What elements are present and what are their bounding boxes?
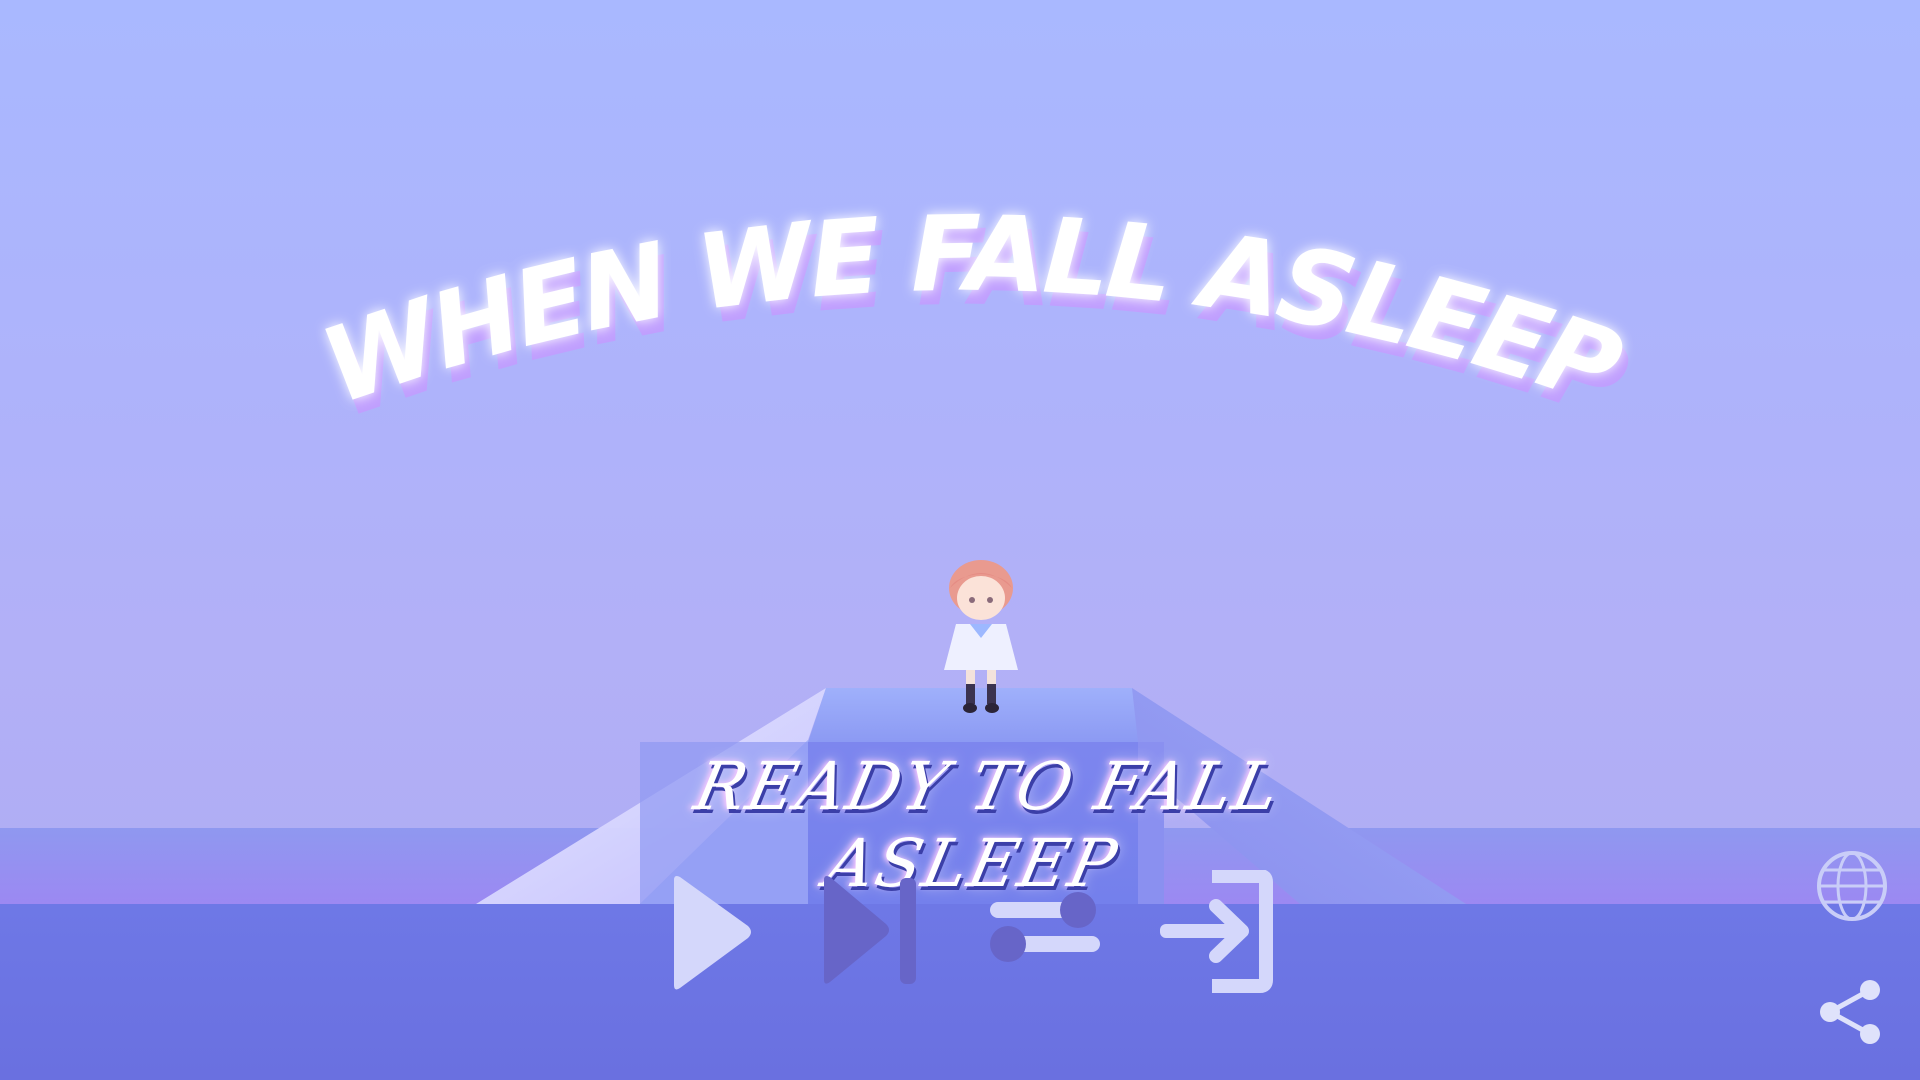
globe-icon [1817, 851, 1887, 921]
skip-next-icon [824, 876, 916, 984]
settings-button[interactable] [986, 870, 1106, 1000]
skip-button[interactable] [820, 870, 940, 1000]
language-button[interactable] [1812, 846, 1892, 926]
player-character [944, 560, 1018, 713]
control-bar [660, 869, 1300, 1000]
play-icon [674, 876, 751, 990]
play-button[interactable] [660, 870, 780, 1000]
game-title: WHEN WE FALL ASLEEP WHEN WE FALL ASLEEP [308, 192, 1645, 443]
exit-button[interactable] [1156, 869, 1276, 1000]
game-scene: WHEN WE FALL ASLEEP WHEN WE FALL ASLEEP … [0, 0, 1920, 1080]
game-title-text: WHEN WE FALL ASLEEP [308, 192, 1639, 429]
share-button[interactable] [1812, 974, 1892, 1054]
toggle-settings-icon [990, 892, 1100, 962]
exit-icon [1160, 869, 1273, 993]
svg-text:WHEN WE FALL ASLEEP: WHEN WE FALL ASLEEP [308, 192, 1635, 429]
share-icon [1820, 980, 1880, 1044]
